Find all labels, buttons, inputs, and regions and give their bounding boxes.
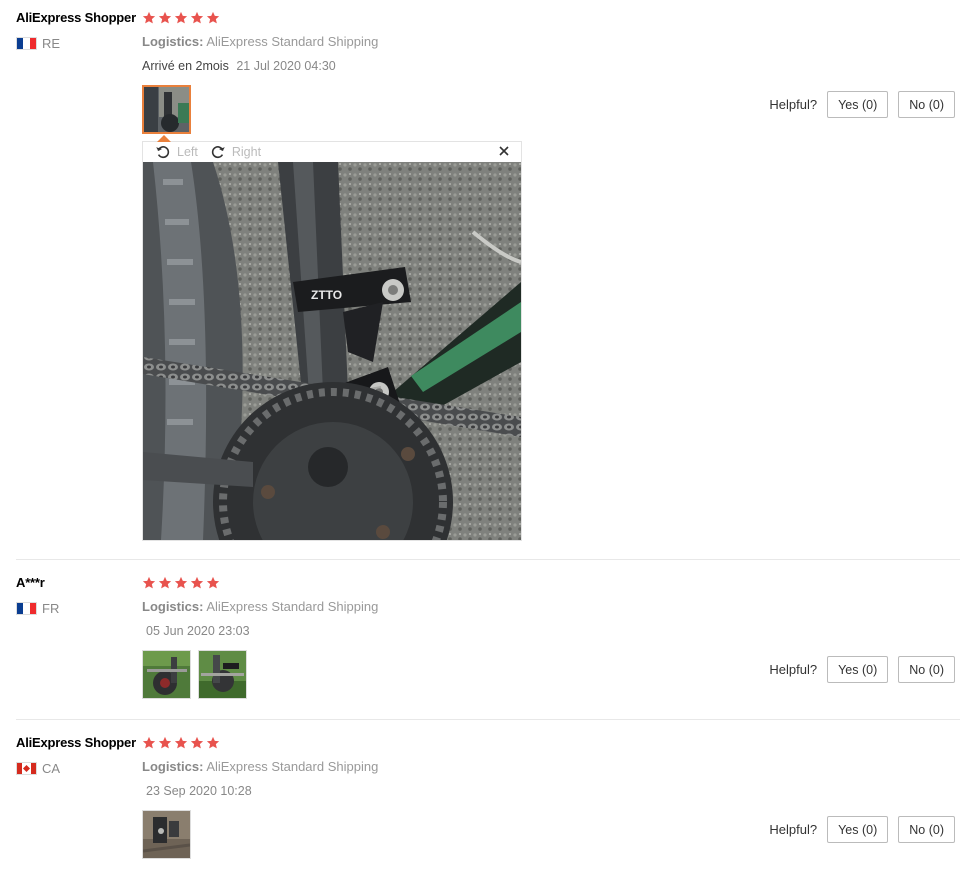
star-icon: [142, 11, 156, 25]
flag-icon: [16, 602, 37, 615]
logistics-value: AliExpress Standard Shipping: [206, 759, 379, 774]
star-rating: [142, 11, 220, 25]
vote-no-button[interactable]: No (0): [898, 91, 955, 118]
country-code: FR: [42, 601, 60, 616]
flag-icon: [16, 762, 37, 775]
logistics-info: Logistics: AliExpress Standard Shipping: [142, 759, 378, 774]
logistics-info: Logistics: AliExpress Standard Shipping: [142, 34, 378, 49]
star-icon: [206, 11, 220, 25]
expanded-review-photo: ZTTO: [143, 162, 521, 540]
vote-no-button[interactable]: No (0): [898, 656, 955, 683]
reviewer-country: RE: [16, 36, 60, 51]
rotate-right-icon: [211, 146, 225, 159]
star-icon: [206, 736, 220, 750]
star-rating: [142, 576, 220, 590]
star-icon: [158, 576, 172, 590]
review-item: AliExpress Shopper CA Logistics: AliExpr…: [16, 720, 960, 871]
helpful-label: Helpful?: [769, 822, 818, 837]
flag-icon: [16, 37, 37, 50]
vote-yes-button[interactable]: Yes (0): [827, 656, 889, 683]
star-icon: [174, 736, 188, 750]
review-photos: [142, 85, 191, 134]
review-meta: Arrivé en 2mois 21 Jul 2020 04:30: [142, 59, 336, 73]
star-icon: [142, 736, 156, 750]
review-meta: 23 Sep 2020 10:28: [142, 784, 252, 798]
review-item: A***r FR Logistics: AliExpress Standard …: [16, 560, 960, 720]
country-code: RE: [42, 36, 61, 51]
helpful-section: Helpful? Yes (0) No (0): [769, 91, 955, 118]
rotate-left-icon: [156, 146, 170, 159]
reviewer-name: AliExpress Shopper: [16, 10, 136, 25]
star-icon: [174, 576, 188, 590]
logistics-label: Logistics:: [142, 599, 204, 614]
review-date: 05 Jun 2020 23:03: [146, 624, 250, 638]
logistics-info: Logistics: AliExpress Standard Shipping: [142, 599, 378, 614]
review-photo-thumb[interactable]: [142, 810, 191, 859]
helpful-section: Helpful? Yes (0) No (0): [769, 816, 955, 843]
vote-yes-button[interactable]: Yes (0): [827, 816, 889, 843]
vote-yes-button[interactable]: Yes (0): [827, 91, 889, 118]
review-date: 21 Jul 2020 04:30: [236, 59, 336, 73]
reviewer-name: AliExpress Shopper: [16, 735, 136, 750]
star-icon: [206, 576, 220, 590]
review-photo-thumb[interactable]: [198, 650, 247, 699]
star-icon: [158, 11, 172, 25]
reviewer-name: A***r: [16, 575, 45, 590]
rotate-right-label: Right: [231, 145, 262, 159]
review-comment: Arrivé en 2mois: [142, 59, 229, 73]
logistics-label: Logistics:: [142, 759, 204, 774]
review-meta: 05 Jun 2020 23:03: [142, 624, 250, 638]
helpful-label: Helpful?: [769, 97, 818, 112]
vote-no-button[interactable]: No (0): [898, 816, 955, 843]
star-icon: [142, 576, 156, 590]
rotate-left-label: Left: [177, 145, 198, 159]
country-code: CA: [42, 761, 61, 776]
star-rating: [142, 736, 220, 750]
review-photo-thumb[interactable]: [142, 650, 191, 699]
rotate-right-button[interactable]: Right: [210, 144, 261, 160]
helpful-label: Helpful?: [769, 662, 818, 677]
reviewer-country: FR: [16, 601, 59, 616]
close-icon[interactable]: [497, 144, 511, 158]
star-icon: [158, 736, 172, 750]
reviewer-country: CA: [16, 761, 60, 776]
logistics-label: Logistics:: [142, 34, 204, 49]
star-icon: [190, 736, 204, 750]
review-photos: [142, 650, 247, 699]
helpful-section: Helpful? Yes (0) No (0): [769, 656, 955, 683]
star-icon: [190, 576, 204, 590]
review-photos: [142, 810, 191, 859]
photo-viewer: Left Right ZTTO: [142, 135, 522, 541]
logistics-value: AliExpress Standard Shipping: [206, 599, 379, 614]
logistics-value: AliExpress Standard Shipping: [206, 34, 379, 49]
star-icon: [190, 11, 204, 25]
rotate-left-button[interactable]: Left: [155, 144, 198, 160]
review-date: 23 Sep 2020 10:28: [146, 784, 252, 798]
star-icon: [174, 11, 188, 25]
viewer-pointer: [157, 135, 171, 142]
review-photo-thumb[interactable]: [142, 85, 191, 134]
photo-brand-text: ZTTO: [311, 288, 342, 302]
viewer-toolbar: Left Right: [143, 142, 521, 162]
